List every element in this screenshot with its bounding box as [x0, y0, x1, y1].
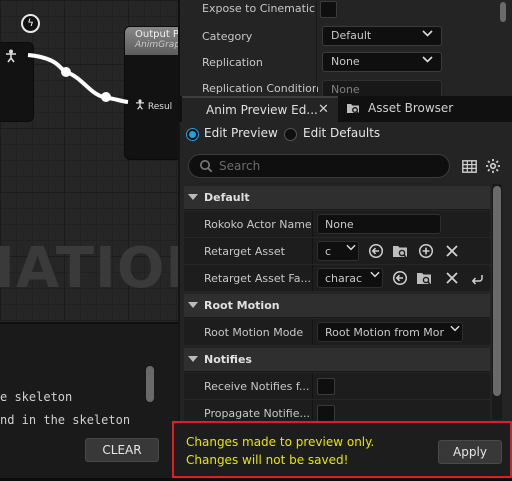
browse-asset-icon[interactable]	[392, 243, 408, 259]
propagate-notifies-checkbox[interactable]	[317, 405, 335, 422]
replication-condition-label: Replication Condition	[202, 82, 319, 95]
chevron-down-icon	[344, 244, 358, 255]
panel-scrollbar[interactable]	[493, 186, 501, 396]
edit-preview-label[interactable]: Edit Preview	[204, 126, 278, 140]
chevron-down-icon	[368, 271, 382, 282]
use-selected-asset-icon[interactable]	[392, 270, 408, 286]
collapse-arrow-icon	[188, 356, 198, 362]
details-scrollbar[interactable]	[500, 2, 506, 22]
lightning-icon: ϟ	[21, 14, 40, 33]
wire-reroute-knot[interactable]	[61, 67, 71, 77]
property-row-root-motion-mode: Root Motion Mode Root Motion from Mor	[184, 319, 490, 346]
category-default[interactable]: Default	[184, 186, 490, 210]
anim-graph-canvas[interactable]: IATION Output P AnimGrap Resul ϟ	[0, 0, 178, 322]
expose-to-cinematic-checkbox[interactable]	[320, 1, 337, 18]
chevron-down-icon	[448, 325, 462, 336]
search-icon	[199, 159, 213, 173]
replication-dropdown[interactable]: None	[322, 52, 442, 72]
chevron-down-icon	[422, 54, 433, 67]
output-log: e skeleton nd in the skeleton CLEAR	[0, 322, 178, 481]
search-box[interactable]	[188, 154, 450, 178]
apply-button[interactable]: Apply	[438, 440, 502, 464]
edit-preview-radio[interactable]	[186, 128, 199, 141]
tab-anim-preview-editor[interactable]: Anim Preview Ed... ✕	[182, 96, 338, 122]
panel-tab-bar: Anim Preview Ed... ✕ Asset Browser	[178, 96, 512, 122]
category-dropdown[interactable]: Default	[322, 26, 442, 46]
property-row-receive-notifies: Receive Notifies f...	[184, 373, 490, 400]
tab-asset-browser[interactable]: Asset Browser	[340, 96, 512, 122]
log-scrollbar[interactable]	[146, 366, 154, 402]
receive-notifies-checkbox[interactable]	[317, 378, 335, 395]
table-view-icon[interactable]	[462, 160, 477, 173]
notice-message: Changes made to preview only. Changes wi…	[186, 435, 375, 467]
variable-details-panel: Expose to Cinematic Category Default Rep…	[178, 0, 512, 102]
log-line: e skeleton	[0, 390, 73, 404]
retarget-asset-fa-dropdown[interactable]: charac	[317, 268, 383, 288]
log-line: nd in the skeleton	[0, 413, 131, 427]
category-notifies[interactable]: Notifies	[184, 348, 490, 372]
chevron-down-icon	[422, 28, 433, 41]
clear-icon[interactable]	[444, 243, 460, 259]
property-row-retarget-asset: Retarget Asset c	[184, 238, 490, 265]
settings-gear-icon[interactable]	[485, 158, 501, 174]
close-tab-icon[interactable]: ✕	[318, 102, 329, 117]
replication-label: Replication	[202, 56, 263, 69]
wire-reroute-knot[interactable]	[101, 92, 111, 102]
preview-only-notice: Changes made to preview only. Changes wi…	[172, 421, 512, 478]
clear-icon[interactable]	[444, 270, 460, 286]
category-label: Category	[202, 30, 253, 43]
edit-defaults-radio[interactable]	[284, 128, 297, 141]
browse-asset-icon[interactable]	[416, 270, 432, 286]
search-input[interactable]	[219, 158, 439, 174]
edit-defaults-label[interactable]: Edit Defaults	[303, 126, 380, 140]
property-row-retarget-asset-fa: Retarget Asset Fa... charac	[184, 265, 490, 292]
reset-to-default-icon[interactable]	[469, 270, 485, 286]
category-root-motion[interactable]: Root Motion	[184, 294, 490, 318]
expose-to-cinematic-label: Expose to Cinematic	[202, 2, 316, 15]
retarget-asset-dropdown[interactable]: c	[317, 241, 359, 261]
asset-browser-icon	[346, 101, 360, 115]
use-selected-asset-icon[interactable]	[368, 243, 384, 259]
property-row-rokoko-actor-name: Rokoko Actor Name None	[184, 211, 490, 238]
root-motion-mode-dropdown[interactable]: Root Motion from Mor	[317, 322, 463, 342]
clear-button[interactable]: CLEAR	[85, 438, 159, 462]
rokoko-actor-name-field[interactable]: None	[317, 214, 441, 234]
add-new-icon[interactable]	[418, 243, 434, 259]
collapse-arrow-icon	[188, 194, 198, 200]
pose-wire[interactable]	[0, 0, 178, 322]
collapse-arrow-icon	[188, 302, 198, 308]
